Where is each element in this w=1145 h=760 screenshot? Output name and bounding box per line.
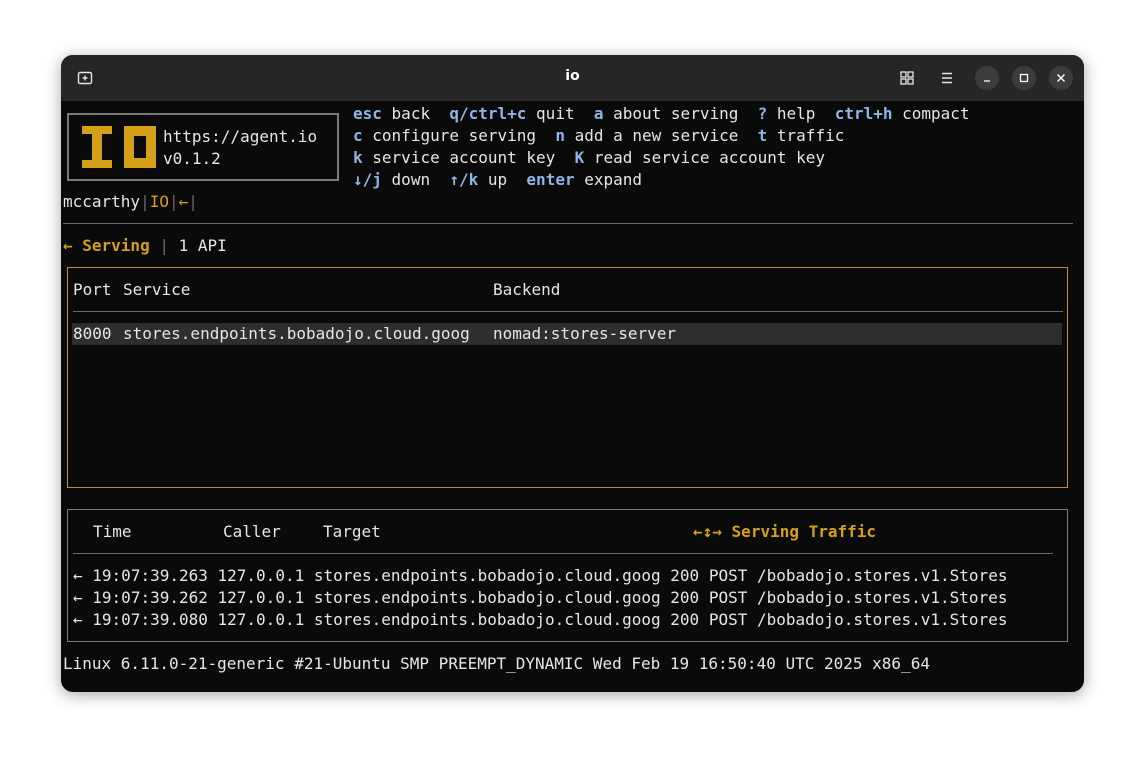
traffic-header-caller: Caller — [223, 522, 281, 541]
traffic-header-time: Time — [93, 522, 132, 541]
breadcrumb: ← Serving | 1 API — [63, 236, 227, 255]
window-title: io — [565, 68, 580, 84]
shortcut-line-4: ↓/j down ↑/k up enter expand — [353, 170, 643, 189]
traffic-row: ← 19:07:39.080 127.0.0.1 stores.endpoint… — [73, 610, 1008, 629]
divider — [63, 223, 1073, 224]
header-backend: Backend — [493, 280, 561, 299]
shortcut-line-2: c configure serving n add a new service … — [353, 126, 845, 145]
traffic-title: ←↕→ Serving Traffic — [693, 522, 877, 541]
minimize-icon[interactable] — [975, 66, 999, 90]
logo-url[interactable]: https://agent.io — [163, 126, 317, 148]
terminal-content: https://agent.io v0.1.2 esc back q/ctrl+… — [61, 101, 1084, 692]
grid-view-icon[interactable] — [896, 67, 918, 89]
brand-label: IO — [149, 192, 169, 211]
header-port: Port — [73, 280, 112, 299]
hamburger-menu-icon[interactable] — [936, 67, 958, 89]
shortcut-line-3: k service account key K read service acc… — [353, 148, 826, 167]
traffic-header-target: Target — [323, 522, 381, 541]
row-backend: nomad:stores-server — [493, 324, 677, 343]
system-info-footer: Linux 6.11.0-21-generic #21-Ubuntu SMP P… — [63, 654, 930, 673]
api-count: 1 API — [178, 236, 227, 255]
status-line: mccarthy|IO|←| — [63, 192, 198, 211]
close-icon[interactable] — [1049, 66, 1073, 90]
row-port: 8000 — [73, 324, 112, 343]
breadcrumb-back[interactable]: ← Serving — [63, 236, 150, 255]
traffic-header-divider — [73, 553, 1053, 554]
title-bar: io — [61, 55, 1084, 101]
username: mccarthy — [63, 192, 141, 211]
back-arrow-icon[interactable]: ← — [179, 192, 189, 211]
header-service: Service — [123, 280, 191, 299]
logo-version: v0.1.2 — [163, 149, 221, 168]
app-logo: https://agent.io v0.1.2 — [67, 113, 339, 181]
maximize-icon[interactable] — [1012, 66, 1036, 90]
traffic-row: ← 19:07:39.263 127.0.0.1 stores.endpoint… — [73, 566, 1008, 585]
table-header-divider — [73, 311, 1063, 312]
shortcut-line-1: esc back q/ctrl+c quit a about serving ?… — [353, 104, 970, 123]
terminal-window: io https://agent.io v0.1.2 esc back q/ct… — [61, 55, 1084, 692]
serving-table-panel — [67, 267, 1068, 488]
row-service: stores.endpoints.bobadojo.cloud.goog — [123, 324, 470, 343]
traffic-row: ← 19:07:39.262 127.0.0.1 stores.endpoint… — [73, 588, 1008, 607]
arrows-icon: ←↕→ — [693, 522, 722, 541]
